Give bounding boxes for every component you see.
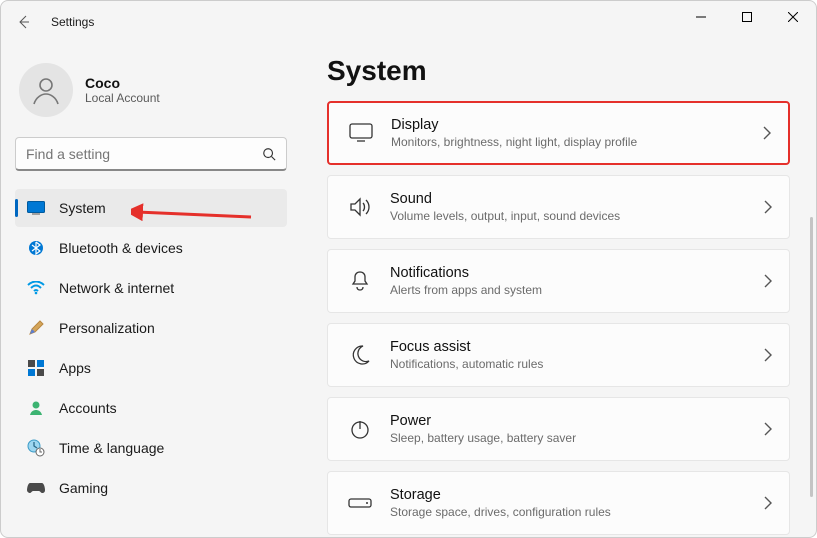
card-subtitle: Storage space, drives, configuration rul… (390, 505, 755, 519)
minimize-icon (696, 12, 706, 22)
display-icon (339, 123, 383, 143)
gaming-icon (27, 479, 45, 497)
chevron-right-icon (763, 274, 773, 288)
user-profile[interactable]: Coco Local Account (19, 63, 283, 117)
card-text: Display Monitors, brightness, night ligh… (391, 117, 754, 149)
card-subtitle: Notifications, automatic rules (390, 357, 755, 371)
moon-icon (338, 344, 382, 366)
user-subtitle: Local Account (85, 91, 160, 105)
close-button[interactable] (770, 1, 816, 33)
chevron-right-icon (763, 496, 773, 510)
card-title: Power (390, 413, 755, 429)
card-storage[interactable]: Storage Storage space, drives, configura… (327, 471, 790, 535)
card-subtitle: Sleep, battery usage, battery saver (390, 431, 755, 445)
body: Coco Local Account System (1, 43, 816, 537)
nav-gaming[interactable]: Gaming (15, 469, 287, 507)
chevron-right-icon (763, 348, 773, 362)
card-text: Storage Storage space, drives, configura… (390, 487, 755, 519)
apps-icon (27, 359, 45, 377)
person-icon (30, 74, 62, 106)
minimize-button[interactable] (678, 1, 724, 33)
nav-label: Apps (59, 360, 91, 376)
nav-network[interactable]: Network & internet (15, 269, 287, 307)
card-sound[interactable]: Sound Volume levels, output, input, soun… (327, 175, 790, 239)
nav-accounts[interactable]: Accounts (15, 389, 287, 427)
card-subtitle: Alerts from apps and system (390, 283, 755, 297)
avatar (19, 63, 73, 117)
chevron-right-icon (762, 126, 772, 140)
nav-list: System Bluetooth & devices Network & int… (15, 189, 287, 507)
settings-window: Settings Coco (0, 0, 817, 538)
nav-label: Personalization (59, 320, 155, 336)
titlebar: Settings (1, 1, 816, 43)
window-controls (678, 1, 816, 33)
bluetooth-icon (27, 239, 45, 257)
nav-label: Time & language (59, 440, 164, 456)
close-icon (788, 12, 798, 22)
back-button[interactable] (5, 3, 43, 41)
search-input[interactable] (26, 146, 262, 162)
chevron-right-icon (763, 422, 773, 436)
card-title: Focus assist (390, 339, 755, 355)
card-subtitle: Volume levels, output, input, sound devi… (390, 209, 755, 223)
card-display[interactable]: Display Monitors, brightness, night ligh… (327, 101, 790, 165)
system-icon (27, 199, 45, 217)
nav-time-language[interactable]: Time & language (15, 429, 287, 467)
card-text: Power Sleep, battery usage, battery save… (390, 413, 755, 445)
card-title: Storage (390, 487, 755, 503)
wifi-icon (27, 279, 45, 297)
nav-system[interactable]: System (15, 189, 287, 227)
clock-globe-icon (27, 439, 45, 457)
main-content: System Display Monitors, brightness, nig… (301, 43, 816, 537)
storage-icon (338, 496, 382, 510)
card-text: Focus assist Notifications, automatic ru… (390, 339, 755, 371)
accounts-icon (27, 399, 45, 417)
nav-label: System (59, 200, 106, 216)
arrow-left-icon (16, 14, 32, 30)
maximize-icon (742, 12, 752, 22)
scrollbar[interactable] (810, 217, 813, 497)
card-notifications[interactable]: Notifications Alerts from apps and syste… (327, 249, 790, 313)
bell-icon (338, 270, 382, 292)
card-title: Display (391, 117, 754, 133)
sound-icon (338, 197, 382, 217)
card-focus-assist[interactable]: Focus assist Notifications, automatic ru… (327, 323, 790, 387)
search-icon (262, 147, 276, 161)
user-text: Coco Local Account (85, 75, 160, 105)
sidebar: Coco Local Account System (1, 43, 301, 537)
card-text: Notifications Alerts from apps and syste… (390, 265, 755, 297)
brush-icon (27, 319, 45, 337)
nav-label: Gaming (59, 480, 108, 496)
user-name: Coco (85, 75, 160, 91)
card-title: Sound (390, 191, 755, 207)
nav-label: Bluetooth & devices (59, 240, 183, 256)
card-subtitle: Monitors, brightness, night light, displ… (391, 135, 754, 149)
card-power[interactable]: Power Sleep, battery usage, battery save… (327, 397, 790, 461)
card-title: Notifications (390, 265, 755, 281)
search-box[interactable] (15, 137, 287, 171)
card-text: Sound Volume levels, output, input, soun… (390, 191, 755, 223)
chevron-right-icon (763, 200, 773, 214)
power-icon (338, 418, 382, 440)
nav-label: Network & internet (59, 280, 174, 296)
nav-label: Accounts (59, 400, 117, 416)
maximize-button[interactable] (724, 1, 770, 33)
window-title: Settings (51, 15, 94, 29)
nav-personalization[interactable]: Personalization (15, 309, 287, 347)
card-list: Display Monitors, brightness, night ligh… (327, 101, 790, 537)
nav-bluetooth[interactable]: Bluetooth & devices (15, 229, 287, 267)
page-title: System (327, 55, 790, 87)
nav-apps[interactable]: Apps (15, 349, 287, 387)
